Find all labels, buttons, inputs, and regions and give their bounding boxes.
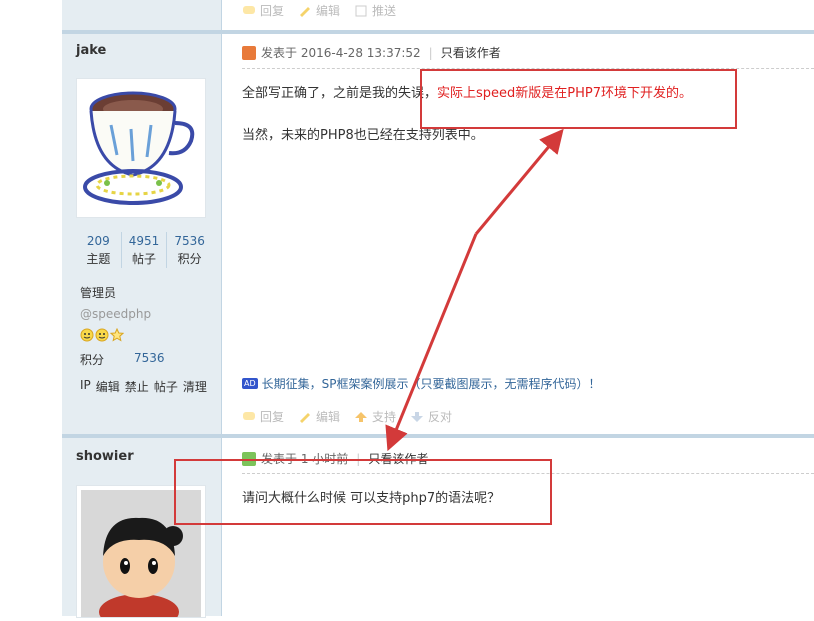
annotation-arrows — [385, 128, 564, 452]
arrow-up — [474, 128, 564, 235]
arrow-down — [385, 233, 478, 452]
